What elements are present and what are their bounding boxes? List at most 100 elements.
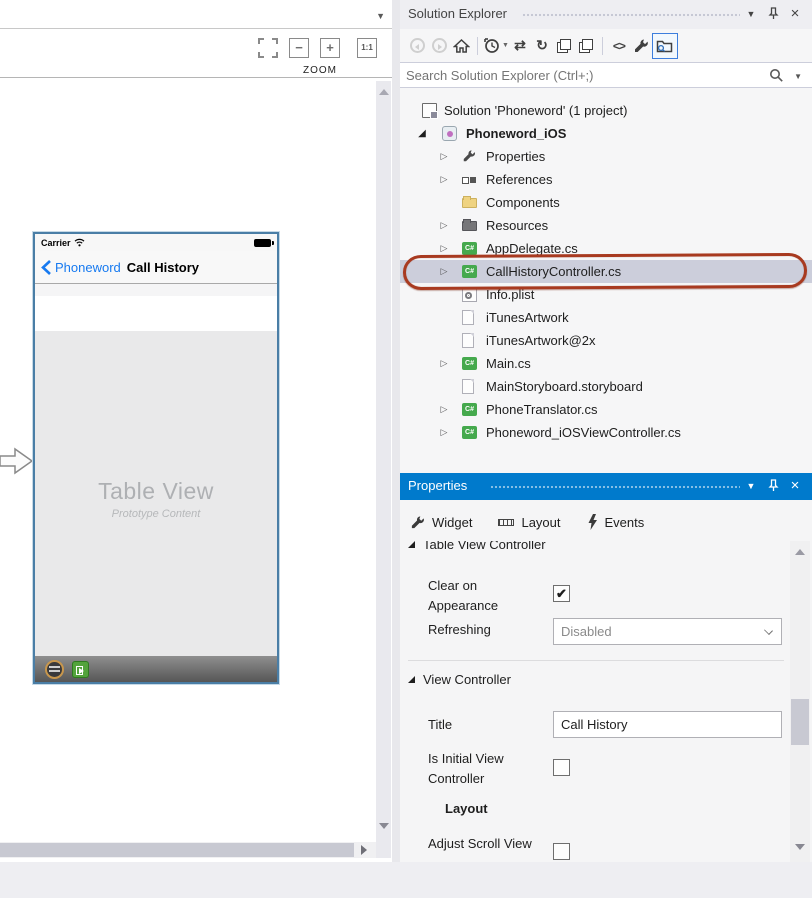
phone-navigation-bar[interactable]: Phoneword Call History (35, 251, 277, 284)
search-input[interactable] (406, 64, 756, 86)
expander-collapsed-icon[interactable]: ▷ (438, 352, 450, 375)
zoom-out-button[interactable]: − (289, 38, 309, 58)
view-controller-icon[interactable] (45, 660, 64, 679)
designer-vertical-scrollbar[interactable] (376, 81, 391, 858)
file-icon (462, 310, 474, 325)
csharp-file-icon: C# (462, 242, 477, 255)
tab-layout[interactable]: Layout (498, 515, 560, 530)
iphone-scene[interactable]: Carrier Phoneword Call History Table Vie… (33, 232, 279, 684)
initial-view-controller-arrow[interactable] (0, 444, 34, 478)
window-menu-icon[interactable]: ▼ (742, 477, 760, 495)
window-menu-icon[interactable]: ▼ (742, 5, 760, 23)
close-icon[interactable]: × (786, 477, 804, 495)
table-section-header[interactable] (35, 284, 277, 296)
expander-collapsed-icon[interactable]: ▷ (438, 214, 450, 237)
back-button[interactable] (406, 34, 428, 58)
tree-item-mainstoryboard[interactable]: MainStoryboard.storyboard (400, 375, 812, 398)
solution-tree: Solution 'Phoneword' (1 project) ◢ Phone… (400, 99, 812, 444)
tree-item-phoneword-ios[interactable]: ◢ Phoneword_iOS (400, 122, 812, 145)
expander-collapsed-icon[interactable]: ▷ (438, 260, 450, 283)
tree-item-components[interactable]: Components (400, 191, 812, 214)
search-icon[interactable] (769, 68, 784, 83)
forward-button[interactable] (428, 34, 450, 58)
zoom-in-button[interactable]: + (320, 38, 340, 58)
properties-pages-button[interactable] (575, 34, 597, 58)
solution-explorer-title: Solution Explorer (408, 6, 507, 21)
scene-toolbar (35, 656, 277, 682)
chevron-down-icon (764, 626, 773, 635)
clear-on-appearance-checkbox[interactable]: ✔ (553, 585, 570, 602)
wrench-icon (410, 515, 425, 530)
expander-collapsed-icon[interactable]: ▷ (438, 421, 450, 444)
pending-changes-filter-button[interactable]: ▼ (483, 34, 509, 58)
expander-collapsed-icon[interactable]: ▷ (438, 168, 450, 191)
designer-horizontal-scrollbar[interactable] (0, 842, 376, 858)
collapse-all-icon (557, 39, 571, 53)
table-view[interactable]: Table View Prototype Content (35, 331, 277, 656)
properties-scrollbar[interactable] (790, 541, 810, 862)
pin-icon[interactable] (764, 5, 782, 23)
properties-titlebar: Properties ▼ × (400, 473, 812, 500)
expander-collapsed-icon[interactable]: ▷ (438, 398, 450, 421)
expander-collapsed-icon[interactable]: ▷ (438, 145, 450, 168)
section-table-view-controller[interactable]: Table View Controller (408, 541, 782, 556)
properties-title: Properties (408, 478, 467, 493)
sync-with-active-document-button[interactable]: ⇄ (509, 34, 531, 58)
scroll-down-icon[interactable] (379, 823, 389, 829)
tab-events[interactable]: Events (587, 514, 645, 530)
adjust-scroll-view-checkbox[interactable] (553, 843, 570, 860)
fit-to-window-button[interactable] (258, 38, 278, 58)
tree-item-resources[interactable]: ▷ Resources (400, 214, 812, 237)
title-input[interactable] (553, 711, 782, 738)
scroll-right-icon[interactable] (361, 845, 367, 855)
actual-size-button[interactable]: 1:1 (357, 38, 377, 58)
tree-item-properties[interactable]: ▷ Properties (400, 145, 812, 168)
tree-item-phoneword-iosviewcontroller[interactable]: ▷ C# Phoneword_iOSViewController.cs (400, 421, 812, 444)
refreshing-dropdown[interactable]: Disabled (553, 618, 782, 645)
fit-to-window-icon (258, 38, 278, 58)
tab-widget[interactable]: Widget (410, 515, 472, 530)
tree-item-references[interactable]: ▷ References (400, 168, 812, 191)
tree-item-appdelegate[interactable]: ▷ C# AppDelegate.cs (400, 237, 812, 260)
nav-title-label[interactable]: Call History (127, 260, 199, 275)
expander-expanded-icon[interactable]: ◢ (416, 122, 428, 145)
storyboard-designer-panel: ▼ − + 1:1 ZOOM Carrier (0, 0, 392, 862)
tree-item-infoplist[interactable]: Info.plist (400, 283, 812, 306)
designer-pane-menu-icon[interactable]: ▼ (376, 11, 385, 21)
show-properties-button[interactable] (630, 34, 652, 58)
tree-item-itunesartwork[interactable]: iTunesArtwork (400, 306, 812, 329)
exit-segue-icon[interactable] (72, 661, 89, 678)
scroll-up-icon[interactable] (379, 89, 389, 95)
battery-icon (254, 239, 271, 247)
nav-back-label[interactable]: Phoneword (55, 260, 121, 275)
scroll-down-icon[interactable] (795, 844, 805, 850)
home-icon (453, 38, 470, 54)
forward-icon (432, 38, 447, 53)
solution-explorer-titlebar: Solution Explorer ▼ × (400, 0, 812, 29)
is-initial-view-controller-label: Is Initial View Controller (428, 749, 550, 789)
tree-item-maincs[interactable]: ▷ C# Main.cs (400, 352, 812, 375)
preview-selected-items-button[interactable] (652, 33, 678, 59)
scrollbar-thumb[interactable] (0, 843, 354, 857)
close-icon[interactable]: × (786, 5, 804, 23)
tree-item-phonetranslator[interactable]: ▷ C# PhoneTranslator.cs (400, 398, 812, 421)
clear-on-appearance-label: Clear on Appearance (428, 576, 550, 616)
section-view-controller[interactable]: View Controller (408, 672, 511, 687)
csharp-file-icon: C# (462, 426, 477, 439)
expander-collapsed-icon[interactable]: ▷ (438, 237, 450, 260)
tree-item-callhistorycontroller[interactable]: ▷ C# CallHistoryController.cs (400, 260, 812, 283)
scroll-up-icon[interactable] (795, 549, 805, 555)
refresh-button[interactable]: ↻ (531, 34, 553, 58)
is-initial-view-controller-checkbox[interactable] (553, 759, 570, 776)
scrollbar-thumb[interactable] (791, 699, 809, 745)
search-options-dropdown-icon[interactable]: ▼ (794, 72, 802, 81)
titlebar-grip (522, 13, 740, 18)
pin-icon[interactable] (764, 477, 782, 495)
titlebar-grip (490, 485, 740, 490)
view-code-button[interactable]: <> (608, 34, 630, 58)
home-button[interactable] (450, 34, 472, 58)
tree-item-solution[interactable]: Solution 'Phoneword' (1 project) (400, 99, 812, 122)
table-prototype-cell[interactable] (35, 296, 277, 331)
tree-item-itunesartwork2x[interactable]: iTunesArtwork@2x (400, 329, 812, 352)
collapse-all-button[interactable] (553, 34, 575, 58)
